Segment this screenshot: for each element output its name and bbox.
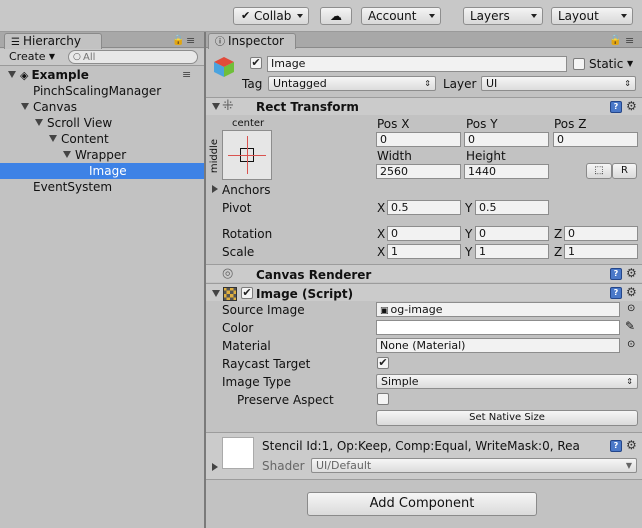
pos-z-field[interactable]: 0 [553,132,638,147]
dotted-square-icon: ⬚ [594,165,604,176]
layer-dropdown[interactable]: UI ⇕ [481,76,636,91]
collab-button[interactable]: ✔ Collab [233,7,309,25]
collapse-arrow-icon[interactable] [212,103,220,110]
tree-item-selected[interactable]: Image [0,163,204,179]
eyedropper-icon[interactable]: ✎ [625,319,635,333]
material-thumbnail [222,437,254,469]
canvas-renderer-icon: ◎ [222,266,234,281]
rotation-z-field[interactable]: 0 [564,226,638,241]
check-icon: ✔ [241,9,251,22]
width-field[interactable]: 2560 [376,164,461,179]
expand-arrow-icon[interactable] [8,71,16,78]
scale-y-field[interactable]: 1 [475,244,549,259]
hierarchy-search-input[interactable] [83,51,193,63]
rect-transform-icon: ⁜ [222,98,234,114]
search-icon: ○ [73,52,81,62]
pivot-y-field[interactable]: 0.5 [475,200,549,215]
gameobject-cube-icon [212,55,236,79]
stencil-info: Stencil Id:1, Op:Keep, Comp:Equal, Write… [262,439,580,453]
pivot-x-field[interactable]: 0.5 [387,200,461,215]
source-image-field[interactable]: ▣ og-image [376,302,620,317]
material-field[interactable]: None (Material) [376,338,620,353]
object-name-field[interactable]: Image [267,56,567,72]
scene-row[interactable]: ◈ Example [0,67,204,83]
static-dropdown-icon[interactable]: ▼ [627,59,633,68]
expand-arrow-icon[interactable] [21,103,29,110]
scene-menu-icon[interactable]: ≡ [182,68,191,81]
info-icon: ⓘ [215,37,225,48]
panel-menu-icon[interactable]: ≡ [625,34,634,47]
gear-icon[interactable]: ⚙ [626,439,637,451]
cloud-button[interactable]: ☁ [320,7,352,25]
help-book-icon[interactable]: ? [610,287,622,299]
gear-icon[interactable]: ⚙ [626,267,637,279]
set-native-size-button[interactable]: Set Native Size [376,410,638,426]
tree-item[interactable]: PinchScalingManager [0,83,204,99]
top-toolbar: ✔ Collab ☁ Account Layers Layout [0,0,642,32]
object-picker-icon[interactable]: ⊙ [627,339,635,350]
height-field[interactable]: 1440 [464,164,549,179]
active-checkbox[interactable]: ✔ [250,57,262,69]
pos-y-field[interactable]: 0 [464,132,549,147]
image-type-dropdown[interactable]: Simple ⇕ [376,374,638,389]
account-dropdown[interactable]: Account [361,7,441,25]
anchor-preset-button[interactable] [222,130,272,180]
layout-dropdown[interactable]: Layout [551,7,633,25]
image-enabled-checkbox[interactable]: ✔ [241,287,253,299]
expand-arrow-icon[interactable] [35,119,43,126]
expand-arrow-icon[interactable] [212,185,218,193]
expand-arrow-icon[interactable] [212,463,218,471]
preserve-aspect-checkbox[interactable] [377,393,389,405]
blueprint-mode-button[interactable]: ⬚ [586,163,612,179]
shader-dropdown[interactable]: UI/Default ▼ [311,458,637,473]
lock-icon[interactable]: 🔒 [172,35,184,46]
hierarchy-search[interactable]: ○ [68,50,198,64]
tree-item[interactable]: Canvas [0,99,204,115]
hierarchy-panel: ☰Hierarchy 🔒 ≡ Create▼ ○ ◈Example ≡ Pinc… [0,32,204,528]
unity-scene-icon: ◈ [20,69,29,82]
help-book-icon[interactable]: ? [610,440,622,452]
color-field[interactable] [376,320,620,335]
lock-icon[interactable]: 🔒 [609,35,621,46]
layers-dropdown[interactable]: Layers [463,7,543,25]
collapse-arrow-icon[interactable] [212,290,220,297]
tab-inspector[interactable]: ⓘ Inspector [208,33,296,49]
expand-arrow-icon[interactable] [49,135,57,142]
rotation-x-field[interactable]: 0 [387,226,461,241]
tree-item[interactable]: Wrapper [0,147,204,163]
list-icon: ☰ [11,37,20,48]
raw-edit-button[interactable]: R [612,163,637,179]
scale-x-field[interactable]: 1 [387,244,461,259]
image-component-icon [223,287,237,301]
help-book-icon[interactable]: ? [610,101,622,113]
tag-dropdown[interactable]: Untagged ⇕ [268,76,436,91]
add-component-button[interactable]: Add Component [307,492,537,516]
cloud-icon: ☁ [330,9,342,23]
panel-menu-icon[interactable]: ≡ [186,34,195,47]
create-dropdown[interactable]: Create ▼ [5,50,59,65]
rotation-y-field[interactable]: 0 [475,226,549,241]
gear-icon[interactable]: ⚙ [626,286,637,298]
tree-item[interactable]: EventSystem [0,179,204,195]
raycast-target-checkbox[interactable]: ✔ [377,357,389,369]
tab-hierarchy[interactable]: ☰ Hierarchy [4,33,102,49]
help-book-icon[interactable]: ? [610,268,622,280]
sprite-icon: ▣ [380,306,389,316]
object-picker-icon[interactable]: ⊙ [627,303,635,314]
gear-icon[interactable]: ⚙ [626,100,637,112]
scale-z-field[interactable]: 1 [564,244,638,259]
pos-x-field[interactable]: 0 [376,132,461,147]
tree-item[interactable]: Scroll View [0,115,204,131]
static-checkbox[interactable] [573,58,585,70]
tree-item[interactable]: Content [0,131,204,147]
expand-arrow-icon[interactable] [63,151,71,158]
